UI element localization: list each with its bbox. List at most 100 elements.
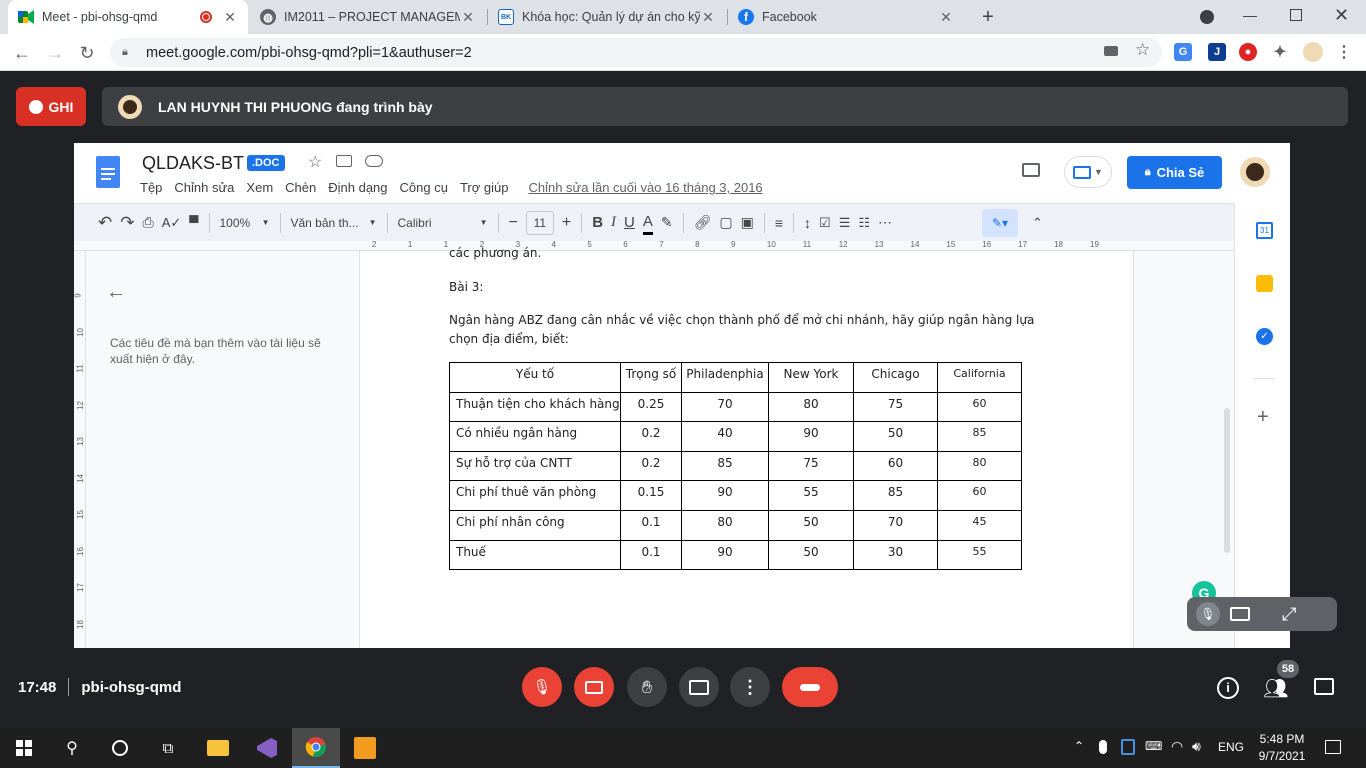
forward-arrow-icon[interactable]: → (42, 40, 68, 66)
chrome-taskbar-icon[interactable] (292, 728, 340, 768)
restore-icon[interactable] (1290, 9, 1302, 21)
zoom-select[interactable]: 100% ▼ (220, 211, 270, 235)
menu-format[interactable]: Định dạng (328, 180, 387, 195)
highlight-icon[interactable]: ✎ (661, 211, 673, 235)
doc-scrollbar[interactable] (1224, 408, 1230, 553)
move-folder-icon[interactable] (336, 155, 352, 167)
undo-icon[interactable]: ↶ (98, 211, 112, 235)
comment-add-icon[interactable]: ▢ (719, 211, 732, 235)
app-orange-icon[interactable] (341, 728, 389, 768)
chrome-menu-icon[interactable]: ⋮ (1335, 43, 1353, 61)
tab-bkel[interactable]: BK Khóa học: Quản lý dự án cho kỹ s ✕ (488, 0, 726, 34)
expand-icon[interactable]: ⤢ (1282, 604, 1296, 625)
spellcheck-icon[interactable]: A✓ (162, 211, 182, 235)
search-icon[interactable]: ⚲ (48, 728, 96, 768)
volume-icon[interactable]: 🔊︎ (1192, 738, 1201, 755)
account-avatar[interactable] (1240, 157, 1270, 187)
more-options-icon[interactable]: ⋯ (878, 211, 892, 235)
input-language[interactable]: ENG (1218, 740, 1244, 754)
extension-red-icon[interactable]: ● (1239, 43, 1257, 61)
italic-icon[interactable]: I (611, 211, 616, 235)
self-preview-tile[interactable]: 🎙︎ ⤢ (1187, 597, 1337, 631)
menu-tools[interactable]: Công cụ (400, 180, 448, 195)
meeting-details-icon[interactable]: i (1217, 677, 1239, 699)
bookmark-star-icon[interactable]: ☆ (1135, 40, 1150, 60)
camera-icon[interactable] (1104, 46, 1118, 56)
paint-format-icon[interactable]: ▀ (189, 211, 198, 235)
last-edit-link[interactable]: Chỉnh sửa lần cuối vào 16 tháng 3, 2016 (528, 180, 762, 195)
tab-facebook[interactable]: f Facebook ✕ (728, 0, 964, 34)
menu-edit[interactable]: Chỉnh sửa (174, 180, 234, 195)
url-input[interactable]: 🔒︎ meet.google.com/pbi-ohsg-qmd?pli=1&au… (110, 38, 1162, 67)
tasks-icon[interactable]: ✓ (1256, 328, 1273, 345)
ime-icon[interactable]: ⌨︎ (1145, 739, 1162, 753)
increase-font-icon[interactable]: + (562, 211, 571, 235)
present-now-button[interactable] (679, 667, 719, 707)
decrease-font-icon[interactable]: − (509, 211, 518, 235)
menu-view[interactable]: Xem (246, 180, 273, 195)
comments-icon[interactable] (1022, 163, 1040, 177)
close-tab-icon[interactable]: ✕ (222, 9, 238, 26)
tab-meet[interactable]: Meet - pbi-ohsg-qmd ✕ (8, 0, 248, 34)
checklist-icon[interactable]: ☑ (819, 211, 831, 235)
back-arrow-icon[interactable]: ← (106, 281, 126, 304)
close-tab-icon[interactable]: ✕ (938, 9, 954, 26)
tray-app-icon[interactable] (1121, 739, 1135, 755)
visual-studio-icon[interactable] (243, 728, 291, 768)
chat-icon[interactable] (1314, 678, 1334, 695)
underline-icon[interactable]: U (624, 211, 635, 235)
mic-toggle-button[interactable]: 🎙︎ (522, 667, 562, 707)
add-addon-plus-icon[interactable]: + (1257, 406, 1269, 429)
redo-icon[interactable]: ↷ (120, 211, 134, 235)
profile-avatar[interactable] (1303, 42, 1323, 62)
link-icon[interactable]: 🔗︎ (694, 211, 712, 235)
record-button[interactable]: GHI (16, 87, 86, 126)
cortana-icon[interactable] (96, 728, 144, 768)
google-docs-icon[interactable] (96, 156, 120, 188)
menu-insert[interactable]: Chèn (285, 180, 316, 195)
bold-icon[interactable]: B (592, 211, 603, 235)
align-icon[interactable]: ≡ (775, 211, 783, 235)
wifi-icon[interactable]: ◠ (1171, 738, 1183, 755)
tab-search-icon[interactable] (1200, 10, 1214, 24)
people-icon[interactable]: 👥︎ (1263, 676, 1288, 701)
reload-icon[interactable]: ↻ (74, 40, 100, 66)
bullet-list-icon[interactable]: ☰ (839, 211, 851, 235)
new-tab-plus-icon[interactable]: + (978, 6, 998, 28)
menu-help[interactable]: Trợ giúp (460, 180, 509, 195)
leave-call-button[interactable] (782, 667, 838, 707)
calendar-icon[interactable]: 31 (1256, 222, 1273, 239)
present-button[interactable]: ▼ (1064, 156, 1112, 188)
image-insert-icon[interactable]: ▣ (741, 211, 754, 235)
minimize-icon[interactable]: — (1243, 8, 1257, 22)
numbered-list-icon[interactable]: ☷ (858, 211, 870, 235)
tab-im2011[interactable]: ◍ IM2011 – PROJECT MANAGEMEN ✕ (250, 0, 486, 34)
document-page[interactable]: các phương án. Bài 3: Ngân hàng ABZ đang… (359, 246, 1216, 648)
keep-icon[interactable] (1256, 275, 1273, 292)
collapse-menu-icon[interactable]: ⌃ (1032, 211, 1043, 235)
extension-j-icon[interactable]: J (1208, 43, 1226, 61)
close-window-icon[interactable]: ✕ (1334, 5, 1352, 25)
menu-file[interactable]: Tệp (140, 180, 162, 195)
more-options-button[interactable]: ⋮ (730, 667, 770, 707)
font-size-input[interactable]: 11 (525, 210, 554, 235)
translate-extension-icon[interactable]: G (1174, 43, 1192, 61)
editing-mode-icon[interactable]: ✎▾ (982, 208, 1019, 237)
file-explorer-icon[interactable] (194, 728, 242, 768)
close-tab-icon[interactable]: ✕ (460, 9, 476, 26)
camera-toggle-button[interactable] (574, 667, 614, 707)
notifications-icon[interactable] (1325, 740, 1341, 754)
microphone-tray-icon[interactable] (1099, 740, 1107, 754)
task-view-icon[interactable]: ⧉ (144, 728, 192, 768)
paragraph-style-select[interactable]: Văn bản th... ▼ (291, 211, 377, 235)
share-button[interactable]: 🔒︎ Chia Sẻ (1127, 156, 1222, 189)
line-spacing-icon[interactable]: ↕ (804, 211, 811, 235)
system-clock[interactable]: 5:48 PM 9/7/2021 (1250, 731, 1314, 765)
extensions-puzzle-icon[interactable]: ✦ (1271, 43, 1289, 61)
show-hidden-icons[interactable]: ⌃ (1074, 739, 1084, 753)
star-icon[interactable]: ☆ (308, 152, 322, 172)
back-arrow-icon[interactable]: ← (9, 40, 35, 66)
text-color-icon[interactable]: A (642, 211, 653, 235)
cloud-status-icon[interactable] (365, 155, 383, 167)
doc-title[interactable]: QLDAKS-BT (142, 153, 244, 174)
